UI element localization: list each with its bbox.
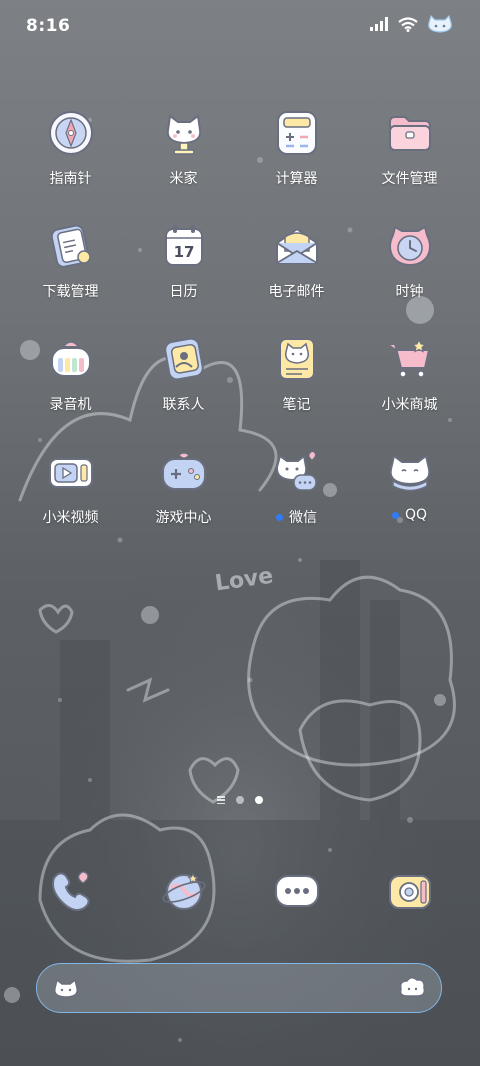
app-label: 联系人 xyxy=(162,397,205,413)
svg-text:Love: Love xyxy=(213,564,274,597)
notes-icon xyxy=(278,338,315,380)
app-file-manager[interactable]: 文件管理 xyxy=(353,108,466,221)
app-row: 指南针 米家 计算器 文件管理 xyxy=(14,108,466,221)
app-mijia[interactable]: 米家 xyxy=(127,108,240,221)
cat-left-icon xyxy=(53,978,79,998)
notification-dot xyxy=(391,511,399,519)
shop-icon xyxy=(388,338,430,378)
app-recorder[interactable]: 录音机 xyxy=(14,334,127,447)
dock-browser[interactable] xyxy=(127,866,240,916)
page-indicator[interactable] xyxy=(0,796,480,804)
app-label: 米家 xyxy=(169,171,198,187)
app-label: 小米视频 xyxy=(42,510,99,526)
qq-icon xyxy=(389,454,430,492)
mijia-icon xyxy=(166,114,201,155)
dock-messages[interactable] xyxy=(240,866,353,916)
app-row: 下载管理 17 日历 电子邮件 时钟 xyxy=(14,221,466,334)
compass-icon xyxy=(48,111,93,155)
browser-icon xyxy=(161,872,206,910)
game-icon xyxy=(161,452,206,490)
app-row: 录音机 联系人 笔记 小米商城 xyxy=(14,334,466,447)
app-label-text: QQ xyxy=(404,507,428,523)
wechat-icon xyxy=(275,451,317,491)
signal-icon xyxy=(370,17,388,31)
app-calendar[interactable]: 17 日历 xyxy=(127,221,240,334)
status-bar: 8:16 xyxy=(0,0,480,50)
contacts-icon xyxy=(163,337,204,381)
app-qq[interactable]: QQ xyxy=(353,447,466,560)
app-label: 录音机 xyxy=(49,397,92,413)
dock-camera[interactable] xyxy=(353,866,466,916)
app-label: 文件管理 xyxy=(381,171,438,187)
wifi-icon xyxy=(398,16,418,32)
app-row: 小米视频 游戏中心 微信 QQ xyxy=(14,447,466,560)
app-email[interactable]: 电子邮件 xyxy=(240,221,353,334)
app-label: 微信 xyxy=(276,507,317,527)
app-label: 电子邮件 xyxy=(268,284,325,300)
dock xyxy=(14,866,466,916)
notification-dot xyxy=(276,513,283,521)
app-label: 日历 xyxy=(169,284,198,300)
page-dot-active xyxy=(255,796,263,804)
dock-phone[interactable] xyxy=(14,866,127,916)
app-grid: 指南针 米家 计算器 文件管理 下载管理 17 日历 电子邮件 时钟 录音机 联… xyxy=(14,108,466,560)
app-label: QQ xyxy=(391,507,428,523)
app-compass[interactable]: 指南针 xyxy=(14,108,127,221)
app-mi-store[interactable]: 小米商城 xyxy=(353,334,466,447)
app-wechat[interactable]: 微信 xyxy=(240,447,353,560)
app-contacts[interactable]: 联系人 xyxy=(127,334,240,447)
calendar-day: 17 xyxy=(173,243,194,261)
clock-time: 8:16 xyxy=(26,16,71,36)
search-bar[interactable] xyxy=(36,963,442,1013)
video-icon xyxy=(48,458,93,488)
app-label: 小米商城 xyxy=(381,397,438,413)
status-icons xyxy=(370,14,454,34)
app-label: 计算器 xyxy=(275,171,318,187)
clock-icon xyxy=(388,225,431,267)
page-dot xyxy=(236,796,244,804)
app-calculator[interactable]: 计算器 xyxy=(240,108,353,221)
app-game-center[interactable]: 游戏中心 xyxy=(127,447,240,560)
app-mi-video[interactable]: 小米视频 xyxy=(14,447,127,560)
app-notes[interactable]: 笔记 xyxy=(240,334,353,447)
app-clock[interactable]: 时钟 xyxy=(353,221,466,334)
recorder-icon xyxy=(50,341,91,377)
app-label: 游戏中心 xyxy=(155,510,212,526)
app-label: 下载管理 xyxy=(42,284,99,300)
app-label-text: 微信 xyxy=(289,510,317,526)
calculator-icon xyxy=(276,111,317,155)
mail-icon xyxy=(275,227,318,264)
app-label: 笔记 xyxy=(282,397,311,413)
download-icon xyxy=(50,224,91,268)
app-label: 时钟 xyxy=(395,284,424,300)
camera-icon xyxy=(388,875,431,909)
calendar-icon: 17 xyxy=(164,225,203,266)
cat-cloud-icon xyxy=(399,977,426,997)
list-page-icon xyxy=(217,796,225,804)
phone-icon xyxy=(51,871,90,911)
battery-cat-icon xyxy=(428,14,452,33)
app-download-manager[interactable]: 下载管理 xyxy=(14,221,127,334)
folder-icon xyxy=(388,116,431,151)
messages-icon xyxy=(274,875,319,907)
app-label: 指南针 xyxy=(49,171,92,187)
